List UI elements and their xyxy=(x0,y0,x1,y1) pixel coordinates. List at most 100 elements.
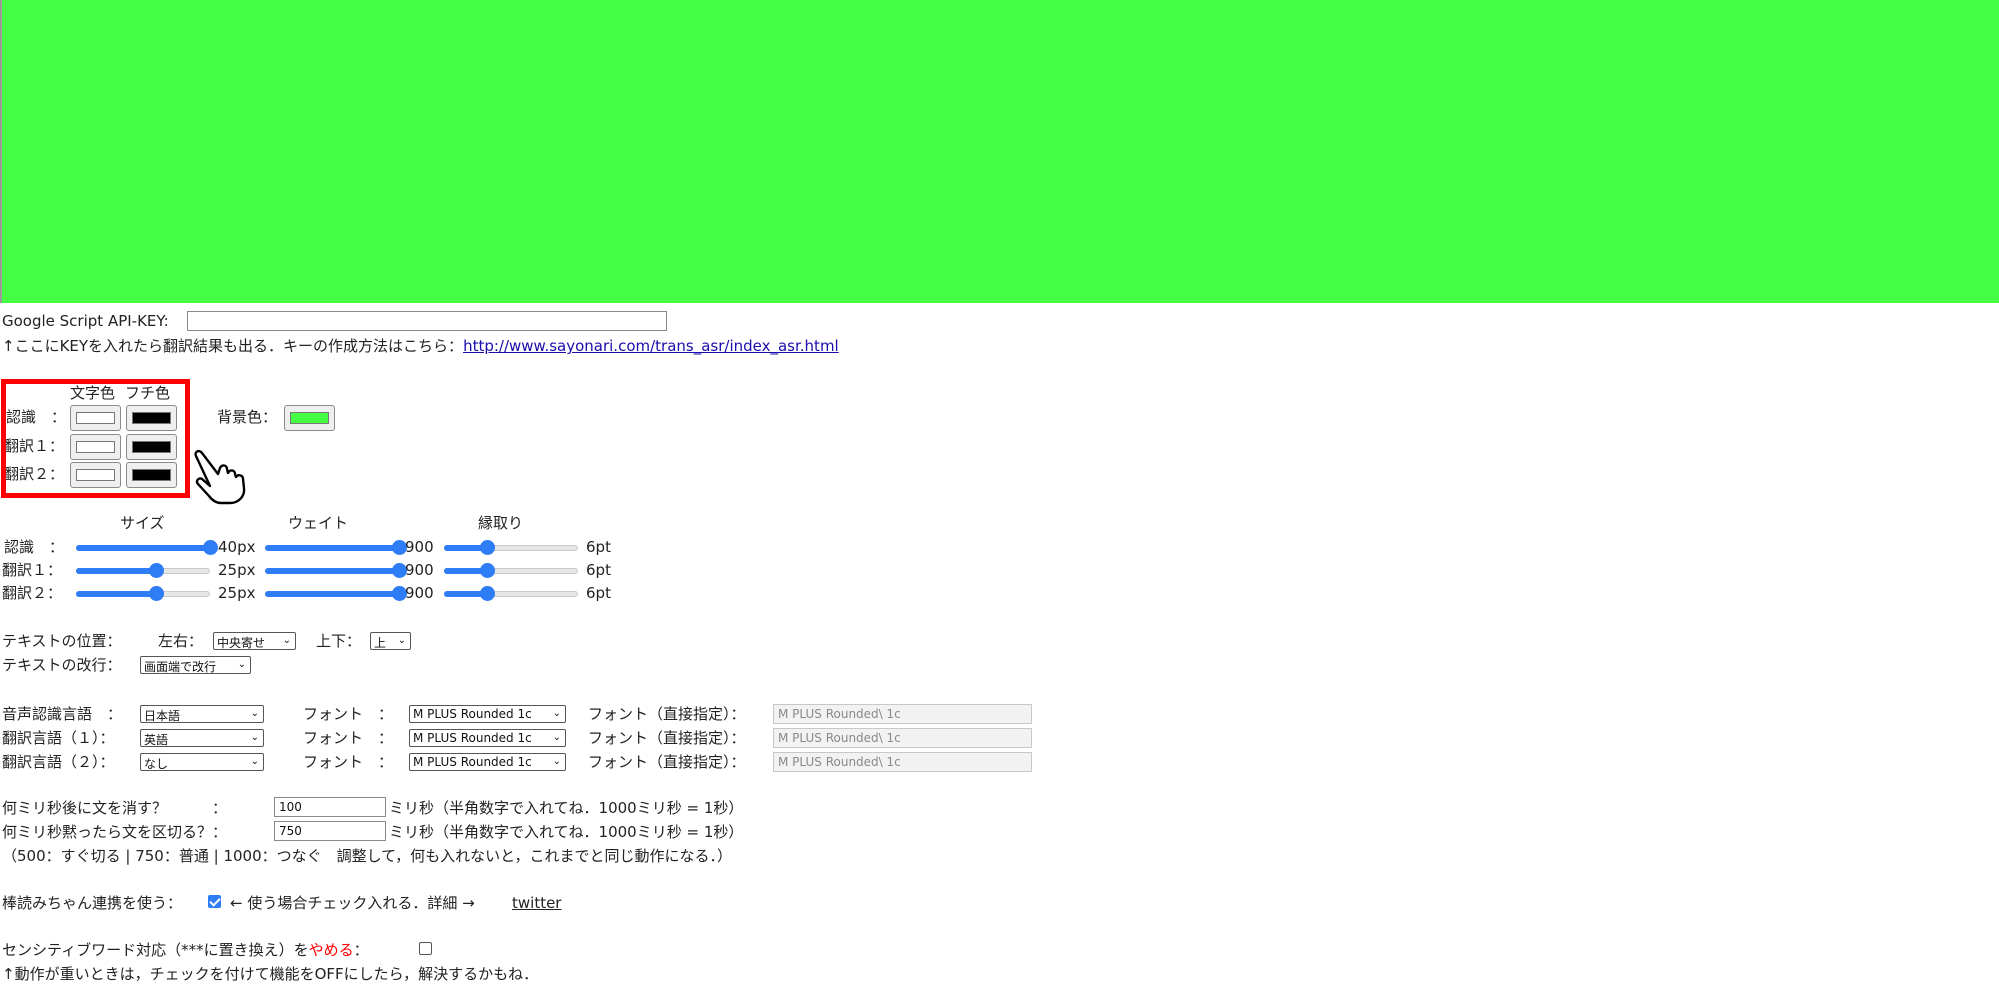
font-direct-input[interactable] xyxy=(773,752,1032,772)
sensitive-label-stop: やめる xyxy=(308,941,354,959)
weight-slider[interactable] xyxy=(265,539,407,555)
chevron-down-icon: ⌄ xyxy=(552,756,561,767)
slider-row-label: 翻訳２： xyxy=(2,584,63,602)
font-label: フォント ： xyxy=(303,753,394,771)
size-slider[interactable] xyxy=(76,562,210,578)
size-value: 25px xyxy=(218,584,256,602)
weight-slider[interactable] xyxy=(265,585,407,601)
sensitive-word-checkbox[interactable] xyxy=(419,942,432,955)
font-direct-input[interactable] xyxy=(773,728,1032,748)
twitter-link[interactable]: twitter xyxy=(512,896,561,911)
sensitive-label-suffix: ： xyxy=(353,941,369,959)
text-wrap-label: テキストの改行： xyxy=(2,656,122,674)
slider-knob[interactable] xyxy=(479,563,495,578)
background-color-label: 背景色： xyxy=(217,408,278,426)
language-value: なし xyxy=(144,757,169,771)
outline-value: 6pt xyxy=(586,584,611,602)
font-label: フォント ： xyxy=(303,705,394,723)
api-key-label: Google Script API-KEY: xyxy=(2,312,169,330)
slider-fill xyxy=(76,545,210,551)
slider-fill xyxy=(265,545,399,551)
outline-value: 6pt xyxy=(586,538,611,556)
slider-knob[interactable] xyxy=(149,586,165,601)
slider-fill xyxy=(76,591,157,597)
language-select[interactable]: なし ⌄ xyxy=(140,753,264,771)
font-direct-label: フォント（直接指定）： xyxy=(588,753,746,771)
font-select[interactable]: M PLUS Rounded 1c ⌄ xyxy=(409,729,566,747)
api-key-note-text: ↑ここにKEYを入れたら翻訳結果も出る．キーの作成方法はこちら： xyxy=(2,337,464,355)
chevron-down-icon: ⌄ xyxy=(397,635,406,646)
vertical-align-select[interactable]: 上 ⌄ xyxy=(370,632,411,650)
font-label: フォント ： xyxy=(303,729,394,747)
horizontal-align-value: 中央寄せ xyxy=(217,636,266,650)
caption-preview-area xyxy=(0,0,1999,303)
text-wrap-select[interactable]: 画面端で改行 ⌄ xyxy=(140,656,251,674)
outline-slider[interactable] xyxy=(444,585,578,601)
font-select[interactable]: M PLUS Rounded 1c ⌄ xyxy=(409,753,566,771)
font-value: M PLUS Rounded 1c xyxy=(413,707,532,721)
chevron-down-icon: ⌄ xyxy=(250,732,259,743)
sensitive-word-label: センシティブワード対応（***に置き換え）をやめる： xyxy=(2,943,369,958)
erase-delay-label: 何ミリ秒後に文を消す？ ： xyxy=(2,799,228,817)
size-value: 40px xyxy=(218,538,256,556)
size-slider[interactable] xyxy=(76,539,218,555)
text-position-label: テキストの位置： xyxy=(2,632,122,650)
chevron-down-icon: ⌄ xyxy=(250,708,259,719)
vertical-align-value: 上 xyxy=(374,636,387,650)
weight-value: 900 xyxy=(405,561,434,579)
slider-knob[interactable] xyxy=(479,586,495,601)
erase-delay-input[interactable] xyxy=(274,797,386,817)
font-direct-label: フォント（直接指定）： xyxy=(588,729,746,747)
swatch-fill xyxy=(290,412,329,424)
highlight-box xyxy=(1,379,190,498)
font-direct-input[interactable] xyxy=(773,704,1032,724)
chevron-down-icon: ⌄ xyxy=(237,659,246,670)
size-header: サイズ xyxy=(120,514,165,532)
font-select[interactable]: M PLUS Rounded 1c ⌄ xyxy=(409,705,566,723)
weight-value: 900 xyxy=(405,538,434,556)
slider-knob[interactable] xyxy=(203,540,218,555)
slider-row-label: 認識 ： xyxy=(4,538,65,556)
split-delay-input[interactable] xyxy=(274,821,386,841)
weight-slider[interactable] xyxy=(265,562,407,578)
language-value: 英語 xyxy=(144,733,169,747)
api-key-guide-link[interactable]: http://www.sayonari.com/trans_asr/index_… xyxy=(463,337,839,355)
erase-delay-note: ミリ秒（半角数字で入れてね．1000ミリ秒 = 1秒） xyxy=(389,799,744,817)
split-delay-note: ミリ秒（半角数字で入れてね．1000ミリ秒 = 1秒） xyxy=(389,823,744,841)
language-label: 音声認識言語 ： xyxy=(2,705,123,723)
size-slider[interactable] xyxy=(76,585,210,601)
sensitive-label-prefix: センシティブワード対応（***に置き換え）を xyxy=(2,941,309,959)
bouyomi-note: ← 使う場合チェック入れる．詳細 → xyxy=(230,894,475,912)
vertical-label: 上下： xyxy=(316,632,362,650)
bouyomi-label: 棒読みちゃん連携を使う： xyxy=(2,894,183,912)
text-wrap-value: 画面端で改行 xyxy=(144,660,217,674)
outline-value: 6pt xyxy=(586,561,611,579)
font-value: M PLUS Rounded 1c xyxy=(413,755,532,769)
outline-slider[interactable] xyxy=(444,562,578,578)
font-value: M PLUS Rounded 1c xyxy=(413,731,532,745)
api-key-input[interactable] xyxy=(187,311,667,331)
background-color-picker[interactable] xyxy=(284,405,335,431)
bouyomi-checkbox[interactable] xyxy=(208,895,221,908)
slider-knob[interactable] xyxy=(149,563,165,578)
font-direct-label: フォント（直接指定）： xyxy=(588,705,746,723)
api-key-note: ↑ここにKEYを入れたら翻訳結果も出る．キーの作成方法はこちら：http://w… xyxy=(2,339,839,354)
chevron-down-icon: ⌄ xyxy=(282,635,291,646)
outline-slider[interactable] xyxy=(444,539,578,555)
language-label: 翻訳言語（２）： xyxy=(2,753,115,771)
language-select[interactable]: 日本語 ⌄ xyxy=(140,705,264,723)
language-select[interactable]: 英語 ⌄ xyxy=(140,729,264,747)
timing-hint: （500：すぐ切る | 750：普通 | 1000：つなぐ 調整して，何も入れな… xyxy=(2,847,733,865)
slider-fill xyxy=(265,568,399,574)
horizontal-align-select[interactable]: 中央寄せ ⌄ xyxy=(213,632,296,650)
chevron-down-icon: ⌄ xyxy=(552,732,561,743)
slider-knob[interactable] xyxy=(479,540,495,555)
chevron-down-icon: ⌄ xyxy=(552,708,561,719)
horizontal-label: 左右： xyxy=(158,632,204,650)
slider-row-label: 翻訳１： xyxy=(2,561,63,579)
language-value: 日本語 xyxy=(144,709,181,723)
slider-fill xyxy=(76,568,157,574)
split-delay-label: 何ミリ秒黙ったら文を区切る？： xyxy=(2,823,228,841)
outline-header: 縁取り xyxy=(478,514,524,532)
weight-value: 900 xyxy=(405,584,434,602)
